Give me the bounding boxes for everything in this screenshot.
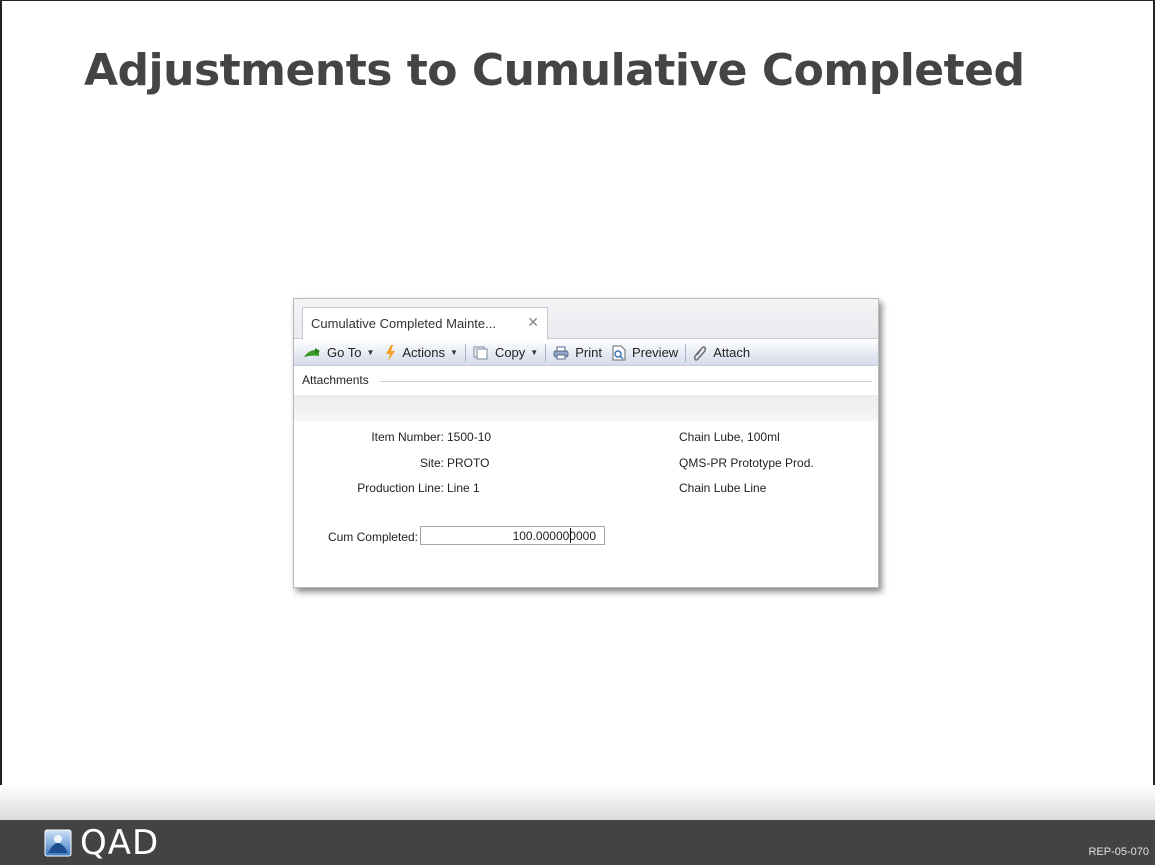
printer-icon <box>553 346 569 359</box>
slide: Adjustments to Cumulative Completed Cumu… <box>0 0 1155 820</box>
chevron-down-icon: ▼ <box>366 348 375 357</box>
chevron-down-icon: ▼ <box>530 348 539 357</box>
preview-button[interactable]: Preview <box>607 340 683 365</box>
tab-cumulative-completed[interactable]: Cumulative Completed Mainte... ✕ <box>302 307 548 340</box>
site-description: QMS-PR Prototype Prod. <box>679 456 814 470</box>
slide-code: REP-05-070 <box>1088 846 1149 858</box>
paperclip-icon <box>694 345 707 361</box>
copy-label: Copy <box>494 345 526 360</box>
production-line-label: Production Line: <box>357 481 444 495</box>
toolbar-separator <box>685 343 687 362</box>
actions-bolt-icon <box>386 344 396 361</box>
copy-icon <box>473 346 488 359</box>
tab-strip: Cumulative Completed Mainte... ✕ <box>294 299 878 340</box>
print-label: Print <box>575 345 602 360</box>
production-line-description: Chain Lube Line <box>679 481 767 495</box>
footer-fade <box>0 785 1155 820</box>
attach-button[interactable]: Attach <box>688 340 755 365</box>
site-value[interactable]: PROTO <box>447 456 489 470</box>
preview-label: Preview <box>631 345 679 360</box>
tab-label: Cumulative Completed Mainte... <box>311 316 496 331</box>
attachments-section-label: Attachments <box>302 373 369 387</box>
qad-logo-text: QAD <box>80 823 160 863</box>
print-button[interactable]: Print <box>548 340 607 365</box>
section-divider <box>380 381 872 382</box>
cum-completed-label: Cum Completed: <box>327 530 418 544</box>
toolbar-separator <box>464 343 466 362</box>
qad-logo-icon <box>44 829 72 857</box>
goto-button[interactable]: Go To ▼ <box>298 340 379 365</box>
production-line-value[interactable]: Line 1 <box>447 481 480 495</box>
item-number-label: Item Number: <box>371 430 444 444</box>
actions-button[interactable]: Actions ▼ <box>379 340 463 365</box>
text-cursor <box>570 528 571 543</box>
attachments-band <box>294 395 878 421</box>
preview-icon <box>612 345 626 360</box>
app-window: Cumulative Completed Mainte... ✕ Go To ▼… <box>293 298 879 588</box>
qad-logo: QAD <box>44 823 159 863</box>
goto-label: Go To <box>327 345 362 360</box>
actions-label: Actions <box>402 345 446 360</box>
toolbar: Go To ▼ Actions ▼ Copy ▼ Print Preview A… <box>294 340 878 366</box>
attach-label: Attach <box>713 345 751 360</box>
toolbar-separator <box>545 343 547 362</box>
goto-arrow-icon <box>304 347 320 357</box>
site-label: Site: <box>419 456 444 470</box>
item-number-value[interactable]: 1500-10 <box>447 430 491 444</box>
slide-title: Adjustments to Cumulative Completed <box>84 45 1025 96</box>
copy-button[interactable]: Copy ▼ <box>468 340 543 365</box>
item-description: Chain Lube, 100ml <box>679 430 780 444</box>
cum-completed-input[interactable]: 100.000000000 <box>420 526 605 545</box>
close-icon[interactable]: ✕ <box>527 314 539 331</box>
footer: QAD REP-05-070 <box>0 820 1155 865</box>
chevron-down-icon: ▼ <box>450 348 458 357</box>
